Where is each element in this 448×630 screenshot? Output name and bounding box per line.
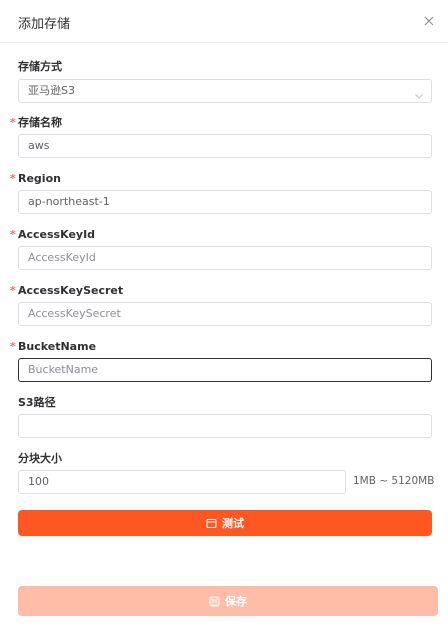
dialog-title: 添加存储 <box>18 17 71 32</box>
required-mark: * <box>10 340 16 353</box>
s3-path-label: S3路径 <box>18 396 56 410</box>
chunk-size-label-text: 分块大小 <box>18 452 62 465</box>
test-button-label: 测试 <box>222 517 244 530</box>
required-mark: * <box>10 116 16 129</box>
required-mark: * <box>10 284 16 297</box>
chevron-down-icon <box>414 87 424 99</box>
bucket-name-input[interactable]: BucketName <box>18 358 432 382</box>
add-storage-dialog: 添加存储 存储方式 亚马逊S3 * 存储名称 aws * Region ap-n… <box>0 0 448 630</box>
save-icon <box>209 596 220 607</box>
storage-name-input[interactable]: aws <box>18 134 432 158</box>
storage-name-label: * 存储名称 <box>10 116 62 130</box>
chunk-size-value: 100 <box>28 475 49 488</box>
access-key-id-label: * AccessKeyId <box>10 228 96 242</box>
save-button[interactable]: 保存 <box>18 586 438 616</box>
s3-path-label-text: S3路径 <box>18 396 56 409</box>
access-key-id-placeholder: AccessKeyId <box>28 251 96 264</box>
storage-type-value: 亚马逊S3 <box>28 84 75 97</box>
region-value: ap-northeast-1 <box>28 195 110 208</box>
region-input[interactable]: ap-northeast-1 <box>18 190 432 214</box>
access-key-id-input[interactable]: AccessKeyId <box>18 246 432 270</box>
storage-name-value: aws <box>28 139 50 152</box>
bucket-name-label: * BucketName <box>10 340 97 354</box>
access-key-secret-input[interactable]: AccessKeySecret <box>18 302 432 326</box>
chunk-size-hint: 1MB ~ 5120MB <box>353 475 435 487</box>
test-button[interactable]: 测试 <box>18 510 432 536</box>
region-label-text: Region <box>18 172 61 185</box>
close-icon[interactable] <box>421 13 437 29</box>
access-key-id-label-text: AccessKeyId <box>18 228 96 241</box>
dialog-header: 添加存储 <box>0 0 448 43</box>
bucket-name-label-text: BucketName <box>18 340 97 353</box>
access-key-secret-label: * AccessKeySecret <box>10 284 124 298</box>
required-mark: * <box>10 228 16 241</box>
bucket-name-placeholder: BucketName <box>28 363 99 376</box>
required-mark: * <box>10 172 16 185</box>
storage-type-label: 存储方式 <box>18 60 62 74</box>
chunk-size-input[interactable]: 100 <box>18 470 346 494</box>
region-label: * Region <box>10 172 61 186</box>
chunk-size-label: 分块大小 <box>18 452 62 466</box>
s3-path-input[interactable] <box>18 414 432 438</box>
storage-type-label-text: 存储方式 <box>18 60 62 73</box>
storage-name-label-text: 存储名称 <box>18 116 62 129</box>
save-button-label: 保存 <box>225 595 247 608</box>
calendar-icon <box>206 518 217 529</box>
access-key-secret-label-text: AccessKeySecret <box>18 284 124 297</box>
storage-type-select[interactable]: 亚马逊S3 <box>18 79 432 103</box>
access-key-secret-placeholder: AccessKeySecret <box>28 307 121 320</box>
